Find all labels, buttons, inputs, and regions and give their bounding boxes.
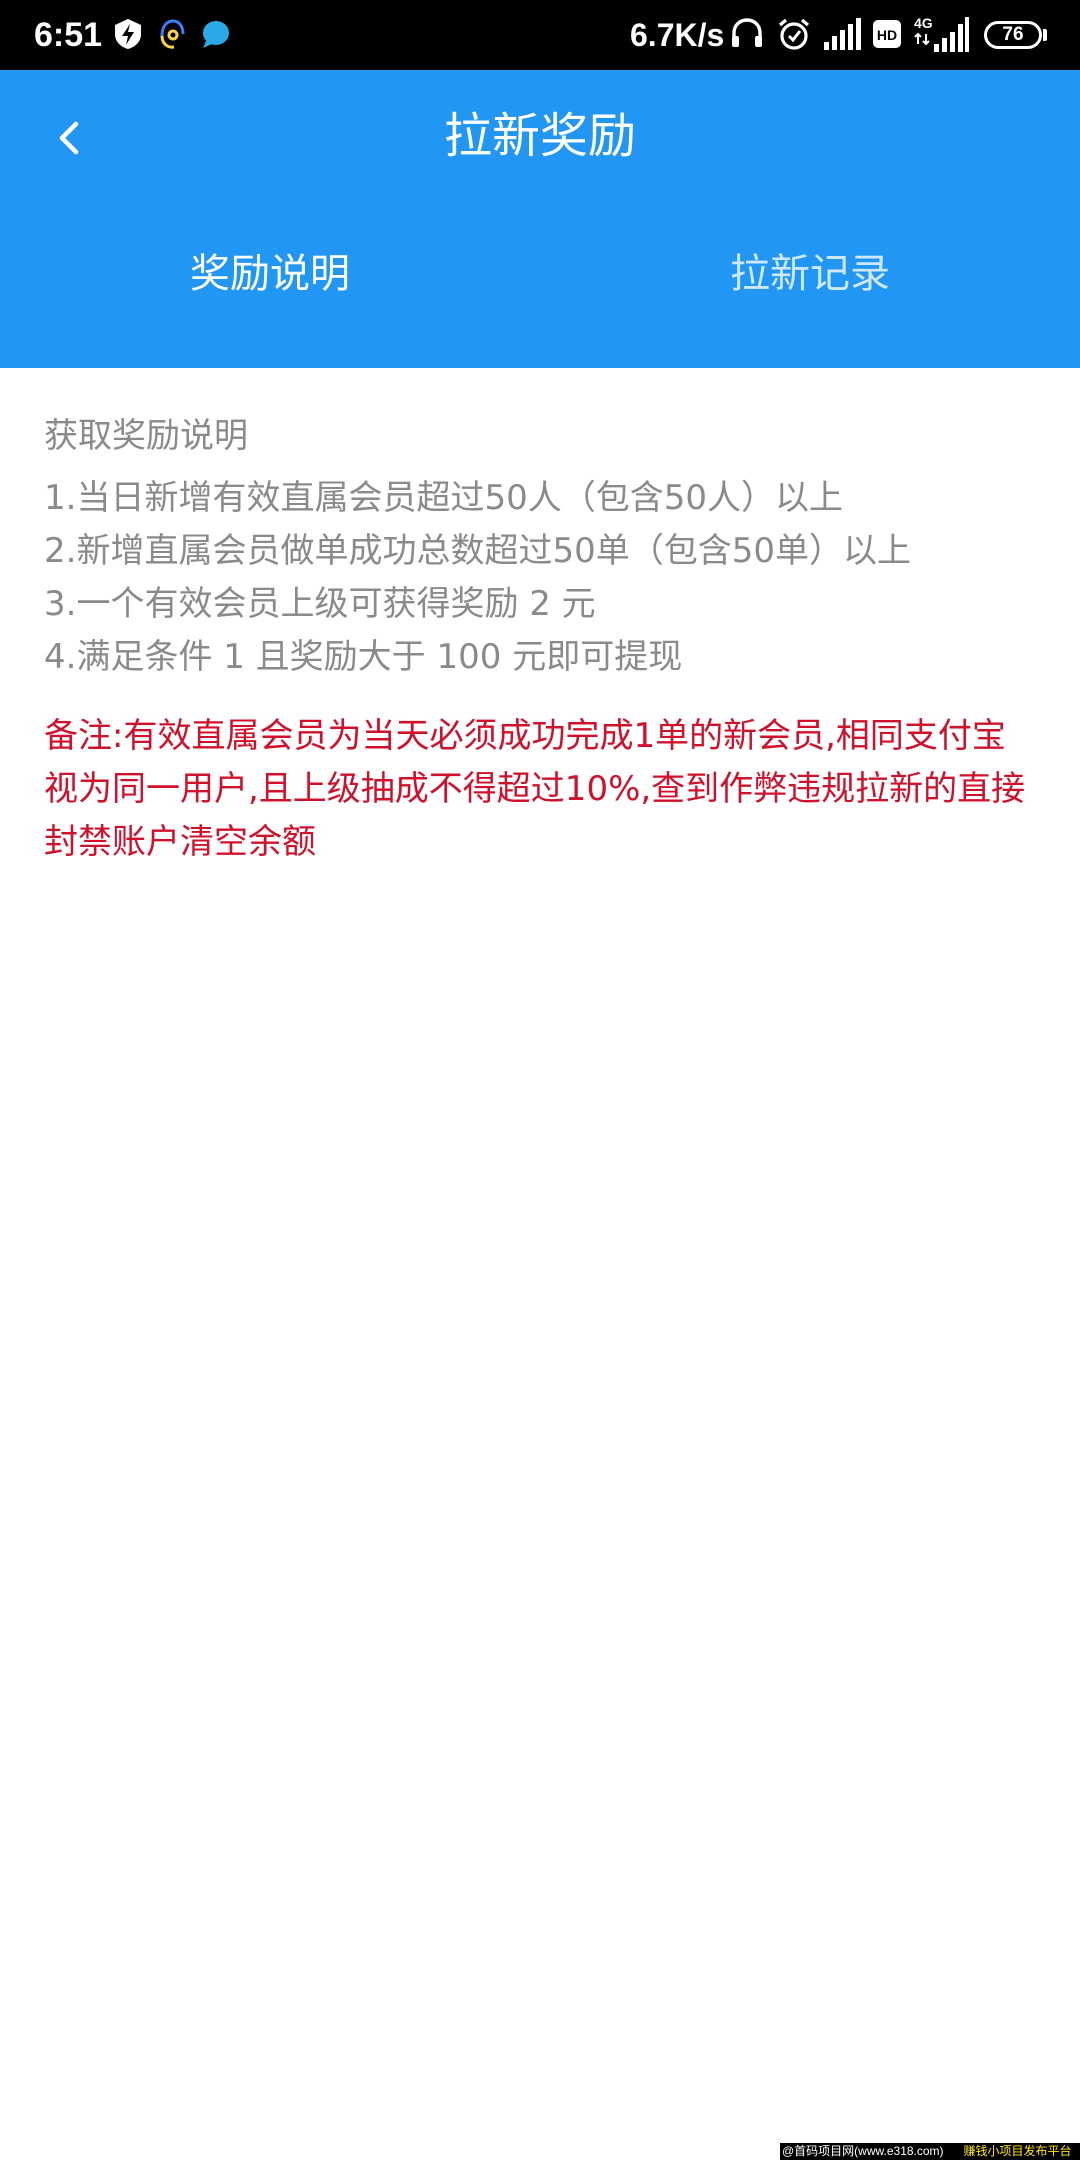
headset-icon	[160, 19, 185, 49]
net-speed: 6.7K/s	[630, 17, 725, 53]
section-title: 获取奖励说明	[44, 416, 248, 456]
watermark-site: @首码项目网(www.e318.com)	[782, 2144, 944, 2158]
tab-reward-description[interactable]: 奖励说明	[0, 246, 540, 302]
hd-label: HD	[877, 27, 897, 43]
page-title: 拉新奖励	[443, 108, 636, 164]
status-time: 6:51	[34, 16, 103, 54]
signal-icon	[824, 18, 861, 50]
app-bubble-icon	[203, 21, 229, 48]
status-bar: 6:51 6.7K/s HD 4G 76	[0, 0, 1080, 70]
remark-text: 备注:有效直属会员为当天必须成功完成1单的新会员,相同支付宝视为同一用户,且上级…	[44, 716, 1026, 862]
network-label: 4G	[914, 15, 933, 31]
rule-item: 1.当日新增有效直属会员超过50人（包含50人）以上	[44, 478, 843, 518]
rule-item: 2.新增直属会员做单成功总数超过50单（包含50单）以上	[44, 531, 911, 571]
rule-item: 3.一个有效会员上级可获得奖励 2 元	[44, 584, 596, 624]
rule-item: 4.满足条件 1 且奖励大于 100 元即可提现	[44, 637, 683, 677]
hd-icon: HD	[873, 20, 901, 48]
content-area: 获取奖励说明 1.当日新增有效直属会员超过50人（包含50人）以上 2.新增直属…	[44, 408, 1044, 869]
watermark: @首码项目网(www.e318.com) 赚钱小项目发布平台	[780, 2143, 1080, 2160]
battery-tip	[1043, 29, 1047, 41]
watermark-slogan: 赚钱小项目发布平台	[963, 2144, 1072, 2158]
tab-referral-records[interactable]: 拉新记录	[540, 246, 1080, 302]
signal-4g-icon: 4G	[914, 15, 969, 52]
headphones-icon	[732, 18, 762, 47]
flash-icon	[115, 19, 141, 49]
alarm-icon	[778, 18, 810, 50]
app-header: 拉新奖励 奖励说明 拉新记录	[0, 70, 1080, 368]
battery-level: 76	[1002, 24, 1024, 45]
battery-icon: 76	[984, 21, 1042, 49]
